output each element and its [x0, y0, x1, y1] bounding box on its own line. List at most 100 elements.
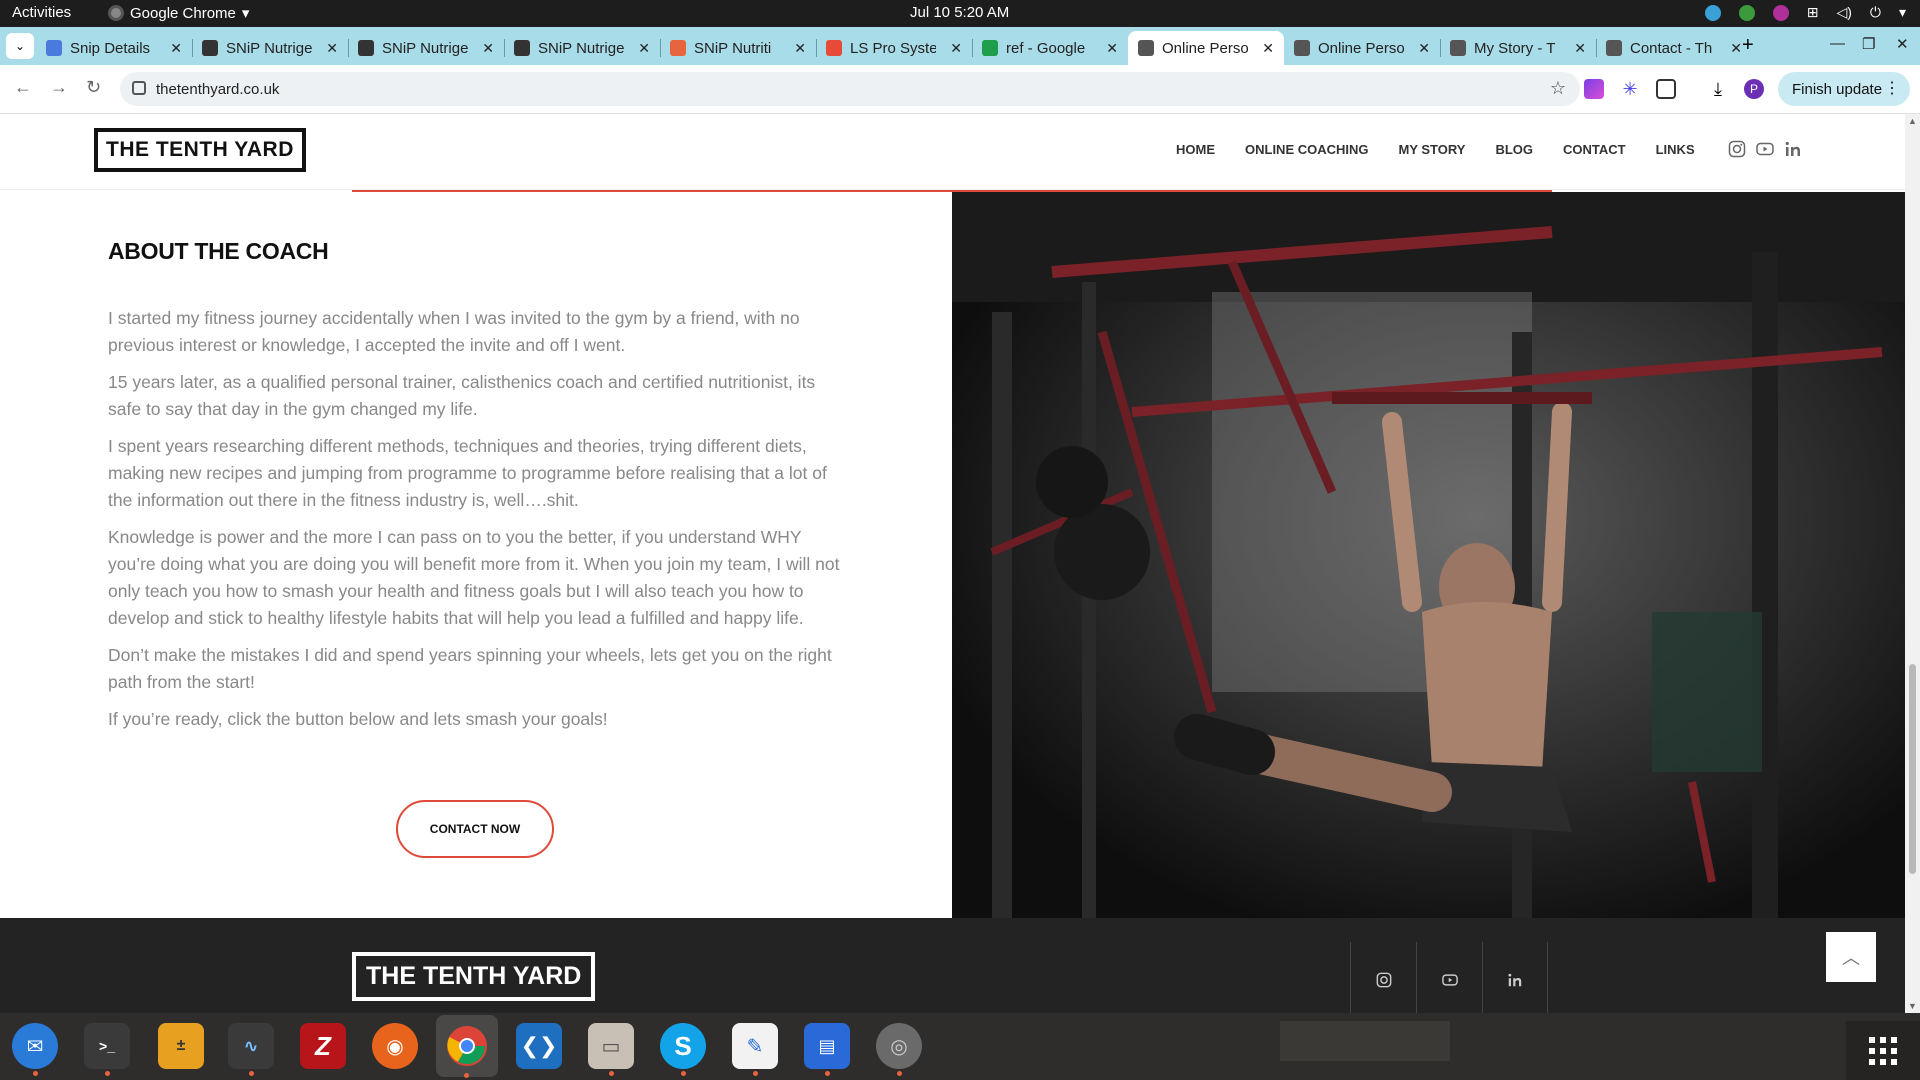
scroll-up-arrow-icon[interactable]: ▲	[1908, 116, 1917, 126]
chevron-down-icon[interactable]: ▾	[1899, 4, 1906, 21]
tab-favicon-icon	[1450, 40, 1466, 56]
tab-close-icon[interactable]: ✕	[482, 40, 494, 57]
linkedin-icon[interactable]	[1784, 140, 1802, 158]
tab-close-icon[interactable]: ✕	[794, 40, 806, 57]
calculator-icon[interactable]: ±	[158, 1023, 204, 1069]
browser-tab[interactable]: Online Perso ✕	[1128, 31, 1284, 65]
browser-tab[interactable]: SNiP Nutriti ✕	[660, 31, 816, 65]
back-icon[interactable]: ←	[14, 77, 32, 98]
skype-icon[interactable]: S	[660, 1023, 706, 1076]
system-tray[interactable]: ⊞ ◁) ⏻ ▾	[1704, 4, 1906, 21]
clock[interactable]: Jul 10 5:20 AM	[910, 4, 1009, 21]
app-menu[interactable]: Google Chrome ▾	[108, 4, 249, 22]
show-apps-button[interactable]	[1846, 1021, 1920, 1080]
activities-button[interactable]: Activities	[12, 4, 71, 21]
browser-tab[interactable]: SNiP Nutrige ✕	[348, 31, 504, 65]
minimize-icon[interactable]: —	[1830, 35, 1845, 52]
youtube-icon[interactable]	[1756, 140, 1774, 158]
browser-tab[interactable]: Snip Details ✕	[36, 31, 192, 65]
tab-strip: ⌄ Snip Details ✕ SNiP Nutrige ✕ SNiP Nutrige…	[0, 27, 1920, 65]
extensions-puzzle-icon[interactable]	[1656, 79, 1676, 99]
nav-link-contact[interactable]: CONTACT	[1563, 142, 1626, 157]
instagram-icon[interactable]	[1728, 140, 1746, 158]
bookmark-star-icon[interactable]: ☆	[1550, 78, 1566, 99]
tab-title: LS Pro Syste	[850, 39, 936, 57]
files-icon[interactable]: ▭	[588, 1023, 634, 1076]
browser-tab[interactable]: Online Perso ✕	[1284, 31, 1440, 65]
nav-link-links[interactable]: LINKS	[1656, 142, 1695, 157]
tab-close-icon[interactable]: ✕	[1730, 40, 1742, 57]
youtube-icon[interactable]	[1416, 942, 1482, 1013]
site-logo[interactable]: THE TENTH YARD	[94, 128, 306, 172]
app-name: Google Chrome	[130, 4, 236, 22]
extension-pen-icon[interactable]	[1584, 79, 1604, 99]
tab-separator	[972, 39, 973, 57]
browser-tab[interactable]: LS Pro Syste ✕	[816, 31, 972, 65]
browser-tab[interactable]: SNiP Nutrige ✕	[192, 31, 348, 65]
vscode-icon[interactable]: ❮❯	[516, 1023, 562, 1069]
scroll-to-top-button[interactable]: ︿	[1826, 932, 1876, 982]
browser-tab[interactable]: ref - Google ✕	[972, 31, 1128, 65]
footer-logo[interactable]: THE TENTH YARD	[352, 952, 596, 1001]
tab-separator	[816, 39, 817, 57]
reload-icon[interactable]: ↻	[86, 77, 101, 98]
disks-icon[interactable]: ◎	[876, 1023, 922, 1076]
close-window-icon[interactable]: ✕	[1896, 35, 1909, 53]
about-paragraph: I started my fitness journey accidentall…	[108, 308, 800, 355]
tray-app-icon[interactable]	[1704, 4, 1721, 21]
tab-favicon-icon	[670, 40, 686, 56]
nav-link-online-coaching[interactable]: ONLINE COACHING	[1245, 142, 1369, 157]
tab-close-icon[interactable]: ✕	[1574, 40, 1586, 57]
nav-link-blog[interactable]: BLOG	[1495, 142, 1533, 157]
tab-close-icon[interactable]: ✕	[1106, 40, 1118, 57]
terminal-icon[interactable]: >_	[84, 1023, 130, 1076]
tray-app-icon[interactable]	[1738, 4, 1755, 21]
contact-now-button[interactable]: CONTACT NOW	[396, 800, 554, 858]
url-text[interactable]: thetenthyard.co.uk	[156, 81, 279, 98]
extension-gear-icon[interactable]: ✳	[1620, 79, 1640, 99]
tab-close-icon[interactable]: ✕	[950, 40, 962, 57]
about-paragraph: If you’re ready, click the button below …	[108, 709, 608, 729]
browser-tab[interactable]: Contact - Th ✕	[1596, 31, 1752, 65]
scrollbar-thumb[interactable]	[1909, 664, 1916, 874]
tab-close-icon[interactable]: ✕	[638, 40, 650, 57]
thunderbird-icon[interactable]: ✉	[12, 1023, 58, 1076]
site-info-icon[interactable]	[132, 81, 146, 95]
system-monitor-icon[interactable]: ∿	[228, 1023, 274, 1076]
nav-link-my-story[interactable]: MY STORY	[1399, 142, 1466, 157]
about-paragraph: I spent years researching different meth…	[108, 436, 827, 510]
forward-icon[interactable]: →	[50, 77, 68, 98]
nav-link-home[interactable]: HOME	[1176, 142, 1215, 157]
profile-avatar[interactable]: P	[1744, 79, 1764, 99]
tab-close-icon[interactable]: ✕	[170, 40, 182, 57]
tab-close-icon[interactable]: ✕	[1262, 40, 1274, 57]
download-icon[interactable]: ⤓	[1708, 79, 1728, 99]
filezilla-icon[interactable]: Z	[300, 1023, 346, 1069]
instagram-icon[interactable]	[1350, 942, 1416, 1013]
network-icon[interactable]: ⊞	[1807, 4, 1819, 21]
address-bar[interactable]: thetenthyard.co.uk ☆	[120, 72, 1580, 106]
tab-close-icon[interactable]: ✕	[1418, 40, 1430, 57]
tab-favicon-icon	[514, 40, 530, 56]
power-icon[interactable]: ⏻	[1870, 4, 1881, 21]
footer-social-links	[1350, 942, 1548, 1013]
volume-icon[interactable]: ◁)	[1836, 4, 1851, 21]
scroll-down-arrow-icon[interactable]: ▼	[1908, 1001, 1917, 1011]
document-viewer-icon[interactable]: ▤	[804, 1023, 850, 1076]
tray-app-icon[interactable]	[1772, 4, 1789, 21]
kebab-menu-icon[interactable]: ⋮	[1884, 78, 1900, 98]
finish-update-button[interactable]: Finish update ⋮	[1778, 72, 1911, 106]
chrome-dock-icon[interactable]	[436, 1015, 498, 1078]
tab-close-icon[interactable]: ✕	[326, 40, 338, 57]
linkedin-icon[interactable]	[1482, 942, 1548, 1013]
page-scrollbar[interactable]: ▲ ▼	[1905, 114, 1920, 1013]
firefox-icon[interactable]: ◉	[372, 1023, 418, 1069]
restore-icon[interactable]: ❐	[1862, 35, 1875, 53]
tab-search-button[interactable]: ⌄	[6, 33, 34, 59]
browser-tab[interactable]: My Story - T ✕	[1440, 31, 1596, 65]
tab-title: Contact - Th	[1630, 39, 1713, 57]
browser-tab[interactable]: SNiP Nutrige ✕	[504, 31, 660, 65]
text-editor-icon[interactable]: ✎	[732, 1023, 778, 1076]
new-tab-button[interactable]: +	[1742, 34, 1754, 57]
tab-favicon-icon	[1606, 40, 1622, 56]
